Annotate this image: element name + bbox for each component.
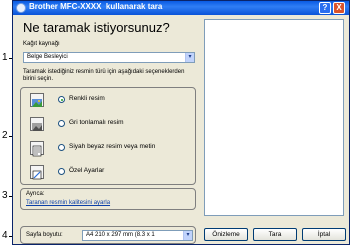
black-white-text-icon — [30, 141, 44, 157]
chevron-down-icon[interactable]: ▾ — [183, 231, 192, 240]
adjust-quality-link[interactable]: Taranan resmin kalitesini ayarla — [26, 200, 110, 206]
window-title: Brother MFC-XXXX kullanarak tara — [29, 2, 163, 11]
callout-1: 1 — [2, 52, 8, 63]
callout-3: 3 — [2, 190, 8, 201]
scan-button[interactable]: Tara — [253, 228, 297, 241]
color-photo-radio[interactable] — [58, 96, 65, 103]
black-white-text-label[interactable]: Siyah beyaz resim veya metin — [69, 143, 155, 150]
close-button[interactable]: X — [333, 2, 345, 14]
page-size-value: A4 210 x 297 mm (8.3 x 1 — [86, 232, 155, 238]
cancel-button[interactable]: İptal — [302, 228, 346, 241]
black-white-text-radio[interactable] — [58, 144, 65, 151]
help-button[interactable]: ? — [319, 2, 331, 14]
dialog-heading: Ne taramak istiyorsunuz? — [23, 20, 170, 35]
also-group: Ayrıca: Taranan resmin kalitesini ayarla — [20, 188, 196, 210]
color-photo-icon — [30, 93, 44, 107]
custom-settings-radio[interactable] — [58, 168, 65, 175]
callout-4: 4 — [2, 230, 8, 241]
scan-type-group: Renkli resim Gri tonlamalı resim Siyah b… — [20, 87, 196, 185]
callout-2: 2 — [2, 130, 8, 141]
color-photo-label[interactable]: Renkli resim — [69, 95, 105, 102]
grayscale-photo-radio[interactable] — [58, 120, 65, 127]
title-bar[interactable]: Brother MFC-XXXX kullanarak tara ? X — [13, 1, 349, 15]
app-icon — [16, 3, 26, 13]
grayscale-photo-label[interactable]: Gri tonlamalı resim — [69, 119, 124, 126]
preview-button[interactable]: Önizleme — [204, 228, 248, 241]
scan-dialog: Brother MFC-XXXX kullanarak tara ? X Ne … — [12, 0, 350, 245]
paper-source-select[interactable]: Belge Besleyici ▾ — [23, 52, 195, 63]
instructions-text: Taramak istediğiniz resmin türü için aşa… — [23, 69, 185, 82]
page-size-label: Sayfa boyutu: — [26, 232, 63, 238]
paper-source-value: Belge Besleyici — [27, 54, 68, 60]
page-size-group: Sayfa boyutu: A4 210 x 297 mm (8.3 x 1 ▾ — [20, 226, 196, 244]
custom-settings-label[interactable]: Özel Ayarlar — [69, 167, 104, 174]
paper-source-label: Kağıt kaynağı — [23, 41, 60, 47]
custom-settings-icon — [30, 165, 44, 180]
chevron-down-icon[interactable]: ▾ — [185, 53, 194, 62]
also-label: Ayrıca: — [26, 191, 45, 197]
preview-area — [204, 19, 344, 216]
grayscale-photo-icon — [30, 117, 44, 131]
page-size-select[interactable]: A4 210 x 297 mm (8.3 x 1 ▾ — [82, 230, 193, 241]
